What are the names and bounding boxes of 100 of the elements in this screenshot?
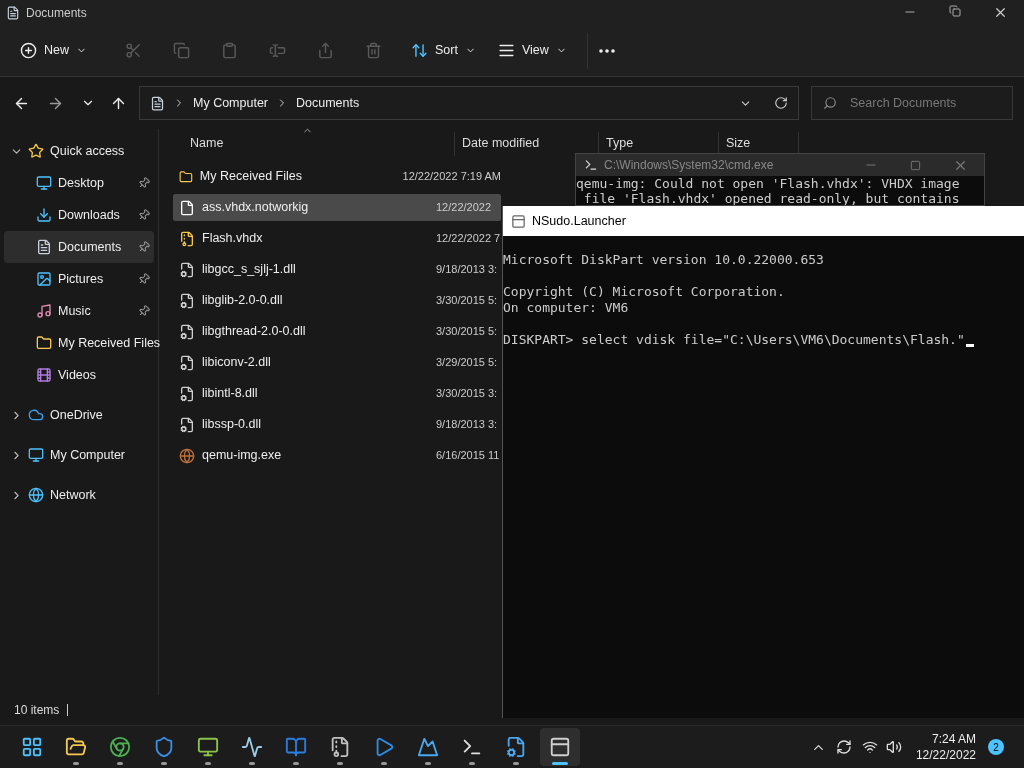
network-icon [28, 487, 44, 503]
file-name: libiconv-2.dll [202, 354, 272, 372]
window-title: C:\Windows\System32\cmd.exe [604, 157, 774, 174]
file-row[interactable]: libglib-2.0-0.dll 3/30/2015 5: [173, 287, 501, 314]
window-icon [511, 213, 526, 229]
cloud-icon [28, 407, 44, 423]
folder-icon [65, 736, 87, 758]
clock-time[interactable]: 7:24 AM [931, 731, 976, 747]
file-date: 9/18/2013 3: [436, 262, 498, 278]
text-cursor [965, 344, 974, 347]
gear-file-icon [179, 385, 195, 402]
sync-icon[interactable] [835, 739, 852, 755]
archive-icon [329, 736, 351, 758]
lines-icon [497, 42, 515, 59]
maximize-icon[interactable] [910, 159, 921, 171]
gear-file-icon [179, 416, 195, 433]
delete-icon [364, 42, 382, 59]
pictures-icon [36, 271, 52, 287]
nav-item[interactable]: Music [4, 295, 154, 327]
network-icon[interactable] [861, 739, 878, 755]
desktop-icon [36, 175, 52, 191]
volume-icon[interactable] [885, 739, 902, 755]
file-name: ass.vhdx.notworkig [202, 199, 310, 217]
folder-icon [179, 168, 193, 185]
notification-badge[interactable]: 2 [988, 739, 1004, 755]
disk-image-icon [179, 230, 195, 247]
nav-label: Pictures [58, 270, 104, 288]
share-icon [316, 42, 334, 59]
file-row[interactable]: libgcc_s_sjlj-1.dll 9/18/2013 3: [173, 256, 501, 283]
file-name: libglib-2.0-0.dll [202, 292, 284, 310]
search-icon [823, 96, 837, 110]
breadcrumb[interactable]: My Computer [193, 93, 269, 113]
column-header[interactable]: Date modified [462, 136, 540, 150]
cut-icon [124, 42, 142, 59]
address-bar[interactable]: My Computer Documents [139, 86, 799, 120]
toolbar-menu-button[interactable]: View [489, 32, 575, 69]
column-header[interactable]: Type [606, 136, 634, 150]
file-name: Flash.vhdx [202, 230, 264, 248]
browser-icon [109, 736, 131, 758]
toolbar-menu-button[interactable]: New [12, 32, 95, 69]
rename-icon [268, 42, 286, 59]
taskbar-app[interactable] [540, 728, 580, 766]
nav-label: Videos [58, 366, 96, 384]
console-line: file 'Flash.vhdx' opened read-only, but contains [582, 191, 961, 205]
console-line: qemu-img: Could not open 'Flash.vhdx': VHDX image [576, 176, 961, 191]
music-icon [36, 303, 52, 319]
nav-label: Documents [58, 238, 122, 256]
plus-icon [20, 42, 37, 59]
file-row[interactable]: libssp-0.dll 9/18/2013 3: [173, 411, 501, 438]
file-row[interactable]: ass.vhdx.notworkig 12/22/2022 [173, 194, 501, 221]
file-row[interactable]: libiconv-2.dll 3/29/2015 5: [173, 349, 501, 376]
file-row[interactable]: qemu-img.exe 6/16/2015 11 [173, 442, 501, 469]
terminal-icon [584, 158, 598, 172]
documents-icon [36, 239, 52, 255]
gear-file-icon [179, 261, 195, 278]
document-icon [150, 95, 165, 111]
nav-item[interactable]: Videos [4, 359, 154, 391]
file-name: qemu-img.exe [202, 447, 283, 465]
file-row[interactable]: libgthread-2.0-0.dll 3/30/2015 5: [173, 318, 501, 345]
nav-item[interactable]: Documents [4, 231, 154, 263]
column-header[interactable]: Size [726, 136, 751, 150]
restore-icon[interactable] [949, 5, 961, 17]
breadcrumb[interactable]: Documents [296, 93, 360, 113]
file-row[interactable]: My Received Files 12/22/2022 7:19 AM [173, 163, 501, 190]
videos-icon [36, 367, 52, 383]
search-field[interactable]: Search Documents [811, 86, 1013, 120]
nav-item[interactable]: My Computer [4, 439, 154, 471]
file-name: libgcc_s_sjlj-1.dll [202, 261, 297, 279]
nav-label: Network [50, 486, 96, 504]
window-title: Documents [26, 4, 87, 22]
file-row[interactable]: libintl-8.dll 3/30/2015 3: [173, 380, 501, 407]
file-name: libintl-8.dll [202, 385, 259, 403]
file-row[interactable]: Flash.vhdx 12/22/2022 7 [173, 225, 501, 252]
close-icon[interactable] [993, 5, 1008, 20]
shield-icon [153, 736, 175, 758]
nav-item[interactable]: Network [4, 479, 154, 511]
file-date: 3/30/2015 3: [436, 386, 498, 402]
column-header[interactable]: Name [190, 136, 224, 150]
nav-label: Music [58, 302, 91, 320]
file-date: 12/22/2022 7 [436, 231, 501, 247]
window-icon [549, 736, 571, 758]
chart-icon [241, 736, 263, 758]
star-icon [28, 143, 44, 159]
nav-item[interactable]: Downloads [4, 199, 154, 231]
nav-item[interactable]: OneDrive [4, 399, 154, 431]
file-name: libgthread-2.0-0.dll [202, 323, 307, 341]
gear-file-icon [179, 292, 195, 309]
computer-icon [197, 736, 219, 758]
start-icon [21, 736, 43, 758]
console-line: DISKPART> select vdisk file="C:\Users\VM6\Documents\Flash." [503, 332, 965, 348]
clock-date[interactable]: 12/22/2022 [915, 747, 976, 763]
gear-file-icon [179, 323, 195, 340]
nav-item[interactable]: Desktop [4, 167, 154, 199]
paste-icon [220, 42, 238, 59]
file-date: 6/16/2015 11 [436, 448, 500, 464]
refresh-icon[interactable] [774, 96, 788, 110]
settings-icon [505, 736, 527, 758]
nav-item[interactable]: Pictures [4, 263, 154, 295]
nav-item[interactable]: Quick access [4, 135, 154, 167]
toolbar-menu-button[interactable]: Sort [403, 32, 484, 69]
